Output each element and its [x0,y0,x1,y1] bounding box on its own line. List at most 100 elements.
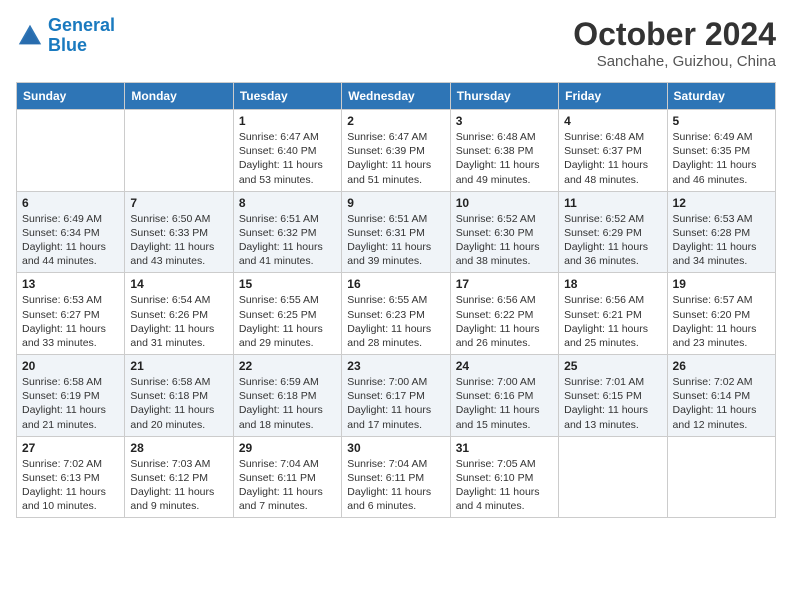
location: Sanchahe, Guizhou, China [573,53,776,70]
calendar-header-friday: Friday [559,83,667,110]
calendar-cell: 1 Sunrise: 6:47 AM Sunset: 6:40 PM Daylig… [233,110,341,192]
day-number: 2 [347,114,444,128]
day-info: Sunrise: 6:59 AM Sunset: 6:18 PM Dayligh… [239,375,336,432]
day-info: Sunrise: 7:00 AM Sunset: 6:17 PM Dayligh… [347,375,444,432]
day-number: 19 [673,277,770,291]
calendar-header-thursday: Thursday [450,83,558,110]
calendar-cell: 28Sunrise: 7:03 AM Sunset: 6:12 PM Dayli… [125,436,233,518]
calendar-cell: 19Sunrise: 6:57 AM Sunset: 6:20 PM Dayli… [667,273,775,355]
calendar-cell: 2 Sunrise: 6:47 AM Sunset: 6:39 PM Daylig… [342,110,450,192]
calendar-cell: 9Sunrise: 6:51 AM Sunset: 6:31 PM Daylig… [342,191,450,273]
calendar-cell: 17 Sunrise: 6:56 AM Sunset: 6:22 PM Dayli… [450,273,558,355]
calendar-header-row: SundayMondayTuesdayWednesdayThursdayFrid… [17,83,776,110]
calendar-cell: 3 Sunrise: 6:48 AM Sunset: 6:38 PM Daylig… [450,110,558,192]
logo: GeneralBlue [16,16,115,56]
day-number: 29 [239,441,336,455]
calendar-cell: 18Sunrise: 6:56 AM Sunset: 6:21 PM Dayli… [559,273,667,355]
day-number: 24 [456,359,553,373]
calendar-cell: 5 Sunrise: 6:49 AM Sunset: 6:35 PM Daylig… [667,110,775,192]
calendar-header-tuesday: Tuesday [233,83,341,110]
day-number: 13 [22,277,119,291]
day-info: Sunrise: 6:55 AM Sunset: 6:25 PM Dayligh… [239,293,336,350]
day-info: Sunrise: 6:51 AM Sunset: 6:32 PM Dayligh… [239,212,336,269]
day-number: 21 [130,359,227,373]
day-info: Sunrise: 7:02 AM Sunset: 6:14 PM Dayligh… [673,375,770,432]
calendar-table: SundayMondayTuesdayWednesdayThursdayFrid… [16,82,776,518]
day-number: 18 [564,277,661,291]
day-number: 27 [22,441,119,455]
day-info: Sunrise: 7:05 AM Sunset: 6:10 PM Dayligh… [456,457,553,514]
day-number: 5 [673,114,770,128]
calendar-cell [17,110,125,192]
calendar-week-1: 1 Sunrise: 6:47 AM Sunset: 6:40 PM Daylig… [17,110,776,192]
calendar-cell [667,436,775,518]
day-number: 6 [22,196,119,210]
day-number: 23 [347,359,444,373]
day-info: Sunrise: 6:53 AM Sunset: 6:27 PM Dayligh… [22,293,119,350]
calendar-header-monday: Monday [125,83,233,110]
day-number: 15 [239,277,336,291]
calendar-cell: 29 Sunrise: 7:04 AM Sunset: 6:11 PM Dayli… [233,436,341,518]
day-info: Sunrise: 6:49 AM Sunset: 6:35 PM Dayligh… [673,130,770,187]
calendar-cell: 26Sunrise: 7:02 AM Sunset: 6:14 PM Dayli… [667,355,775,437]
calendar-cell: 16 Sunrise: 6:55 AM Sunset: 6:23 PM Dayli… [342,273,450,355]
calendar-cell: 14Sunrise: 6:54 AM Sunset: 6:26 PM Dayli… [125,273,233,355]
calendar-cell [125,110,233,192]
day-number: 20 [22,359,119,373]
day-info: Sunrise: 6:49 AM Sunset: 6:34 PM Dayligh… [22,212,119,269]
day-info: Sunrise: 6:48 AM Sunset: 6:37 PM Dayligh… [564,130,661,187]
day-info: Sunrise: 6:58 AM Sunset: 6:18 PM Dayligh… [130,375,227,432]
calendar-cell: 20 Sunrise: 6:58 AM Sunset: 6:19 PM Dayli… [17,355,125,437]
calendar-cell: 8 Sunrise: 6:51 AM Sunset: 6:32 PM Daylig… [233,191,341,273]
day-number: 8 [239,196,336,210]
calendar-week-3: 13 Sunrise: 6:53 AM Sunset: 6:27 PM Dayli… [17,273,776,355]
calendar-cell: 10 Sunrise: 6:52 AM Sunset: 6:30 PM Dayli… [450,191,558,273]
calendar-week-2: 6 Sunrise: 6:49 AM Sunset: 6:34 PM Daylig… [17,191,776,273]
day-number: 1 [239,114,336,128]
calendar-cell: 25 Sunrise: 7:01 AM Sunset: 6:15 PM Dayli… [559,355,667,437]
calendar-week-4: 20 Sunrise: 6:58 AM Sunset: 6:19 PM Dayli… [17,355,776,437]
day-number: 11 [564,196,661,210]
calendar-cell: 24 Sunrise: 7:00 AM Sunset: 6:16 PM Dayli… [450,355,558,437]
day-info: Sunrise: 6:47 AM Sunset: 6:39 PM Dayligh… [347,130,444,187]
day-info: Sunrise: 7:04 AM Sunset: 6:11 PM Dayligh… [239,457,336,514]
day-number: 7 [130,196,227,210]
calendar-cell: 22 Sunrise: 6:59 AM Sunset: 6:18 PM Dayli… [233,355,341,437]
day-info: Sunrise: 7:00 AM Sunset: 6:16 PM Dayligh… [456,375,553,432]
title-block: October 2024 Sanchahe, Guizhou, China [573,16,776,70]
day-number: 16 [347,277,444,291]
calendar-cell: 23 Sunrise: 7:00 AM Sunset: 6:17 PM Dayli… [342,355,450,437]
calendar-header-saturday: Saturday [667,83,775,110]
page-header: GeneralBlue October 2024 Sanchahe, Guizh… [16,16,776,70]
day-info: Sunrise: 6:52 AM Sunset: 6:30 PM Dayligh… [456,212,553,269]
day-info: Sunrise: 7:04 AM Sunset: 6:11 PM Dayligh… [347,457,444,514]
day-number: 10 [456,196,553,210]
logo-icon [16,22,44,50]
day-info: Sunrise: 6:50 AM Sunset: 6:33 PM Dayligh… [130,212,227,269]
day-info: Sunrise: 6:51 AM Sunset: 6:31 PM Dayligh… [347,212,444,269]
day-info: Sunrise: 6:48 AM Sunset: 6:38 PM Dayligh… [456,130,553,187]
day-number: 14 [130,277,227,291]
day-number: 28 [130,441,227,455]
day-number: 17 [456,277,553,291]
calendar-week-5: 27 Sunrise: 7:02 AM Sunset: 6:13 PM Dayli… [17,436,776,518]
day-info: Sunrise: 6:56 AM Sunset: 6:22 PM Dayligh… [456,293,553,350]
day-info: Sunrise: 7:01 AM Sunset: 6:15 PM Dayligh… [564,375,661,432]
day-number: 22 [239,359,336,373]
day-info: Sunrise: 6:53 AM Sunset: 6:28 PM Dayligh… [673,212,770,269]
day-info: Sunrise: 6:55 AM Sunset: 6:23 PM Dayligh… [347,293,444,350]
month-title: October 2024 [573,16,776,53]
day-info: Sunrise: 6:47 AM Sunset: 6:40 PM Dayligh… [239,130,336,187]
day-info: Sunrise: 6:52 AM Sunset: 6:29 PM Dayligh… [564,212,661,269]
day-info: Sunrise: 6:58 AM Sunset: 6:19 PM Dayligh… [22,375,119,432]
calendar-cell: 7 Sunrise: 6:50 AM Sunset: 6:33 PM Daylig… [125,191,233,273]
day-info: Sunrise: 7:02 AM Sunset: 6:13 PM Dayligh… [22,457,119,514]
day-number: 31 [456,441,553,455]
calendar-cell: 4Sunrise: 6:48 AM Sunset: 6:37 PM Daylig… [559,110,667,192]
calendar-header-sunday: Sunday [17,83,125,110]
day-number: 25 [564,359,661,373]
day-number: 30 [347,441,444,455]
calendar-cell: 13 Sunrise: 6:53 AM Sunset: 6:27 PM Dayli… [17,273,125,355]
day-number: 3 [456,114,553,128]
calendar-cell: 6 Sunrise: 6:49 AM Sunset: 6:34 PM Daylig… [17,191,125,273]
